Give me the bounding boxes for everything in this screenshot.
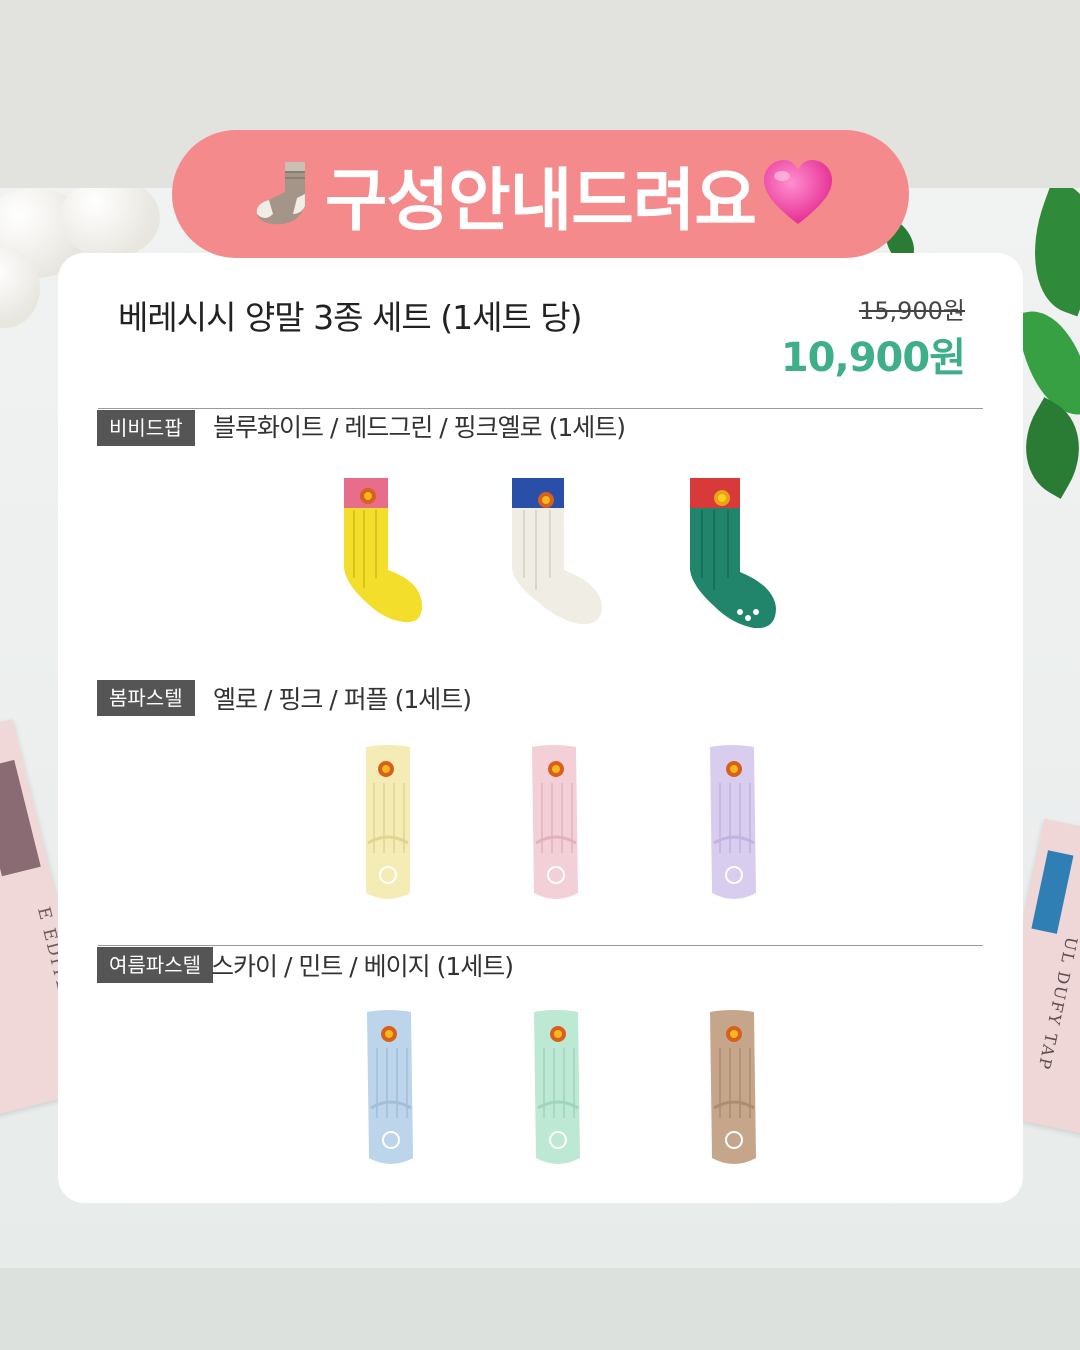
sock-blue-white [506, 478, 606, 628]
sock-beige [706, 1008, 762, 1170]
section-divider [98, 408, 983, 409]
section-divider [98, 945, 983, 946]
sock-pink-yellow [336, 478, 426, 628]
section-description: 스카이 / 민트 / 베이지 (1세트) [211, 952, 514, 981]
banner-title-text: 구성안내드려요 [325, 161, 757, 241]
sock-icon [247, 158, 319, 230]
product-title: 베레시시 양말 3종 세트 (1세트 당) [118, 298, 583, 337]
section-description: 블루화이트 / 레드그린 / 핑크옐로 (1세트) [213, 413, 626, 442]
sock-sky [363, 1008, 419, 1170]
section-badge: 여름파스텔 [97, 947, 213, 983]
book-right-text: UL DUFY TAP [1034, 935, 1080, 1073]
section-description: 옐로 / 핑크 / 퍼플 (1세트) [213, 685, 472, 714]
product-card: 베레시시 양말 3종 세트 (1세트 당) 15,900원 10,900원 비비… [58, 253, 1023, 1203]
title-banner: 구성안내드려요 [172, 130, 909, 258]
sock-yellow [360, 743, 416, 905]
section-badge: 봄파스텔 [97, 680, 195, 716]
bottom-background [0, 1268, 1080, 1350]
banner-title-row: 구성안내드려요 [247, 145, 834, 244]
original-price: 15,900원 [858, 297, 965, 325]
pink-heart-icon [762, 158, 834, 230]
sock-purple [706, 743, 762, 905]
section-badge: 비비드팝 [97, 410, 195, 446]
sock-pink [528, 743, 584, 905]
sock-mint [530, 1008, 586, 1170]
sock-red-green [688, 478, 778, 633]
sale-price: 10,900원 [780, 335, 966, 381]
